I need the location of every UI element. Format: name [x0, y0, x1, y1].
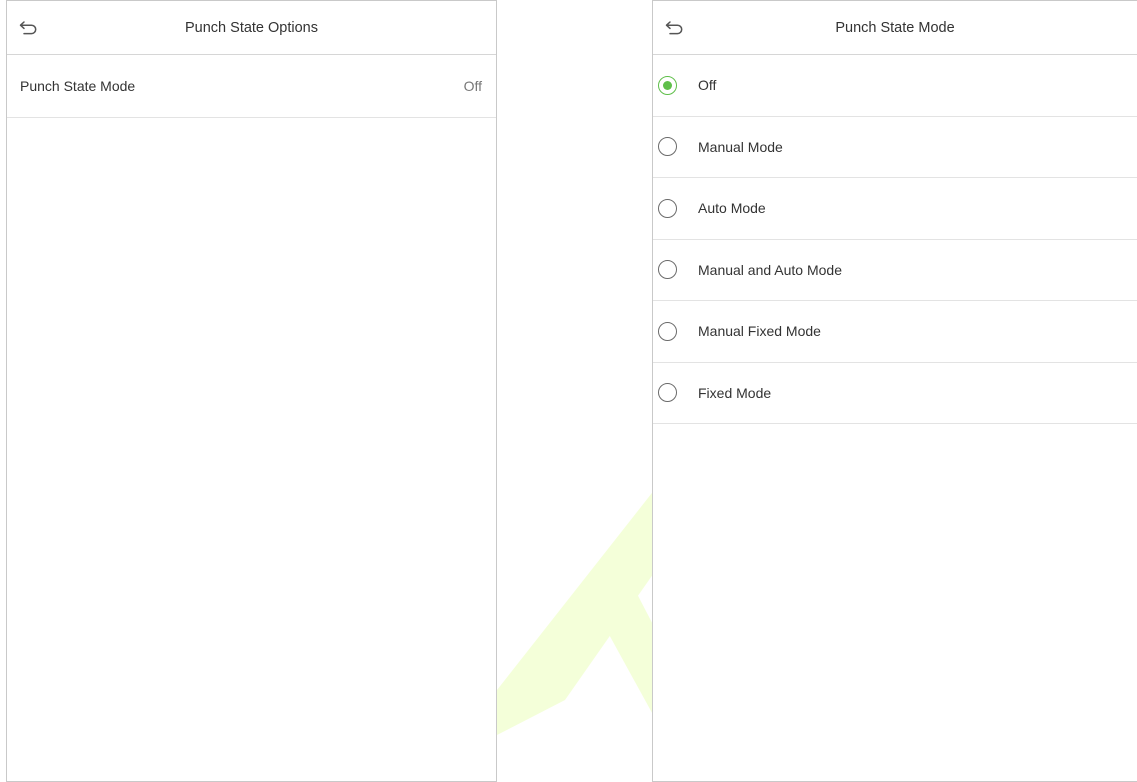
radio-unchecked-icon[interactable] — [658, 383, 677, 403]
title-bar: Punch State Options — [7, 1, 496, 55]
option-label: Manual Mode — [698, 138, 783, 155]
setting-label: Punch State Mode — [20, 78, 136, 94]
back-arrow-icon — [665, 21, 683, 35]
back-button[interactable] — [15, 15, 43, 41]
radio-dot — [663, 80, 672, 90]
page-title: Punch State Options — [185, 19, 318, 36]
option-label: Manual and Auto Mode — [698, 261, 842, 278]
option-manual-mode[interactable]: Manual Mode — [653, 117, 1137, 178]
option-label: Auto Mode — [698, 200, 766, 217]
back-arrow-icon — [19, 21, 37, 35]
title-bar: Punch State Mode — [653, 1, 1137, 55]
setting-value: Off — [463, 78, 482, 94]
radio-checked-icon[interactable] — [658, 75, 677, 95]
option-label: Off — [698, 77, 717, 94]
screenshot-stage: Punch State Options Punch State Mode Off… — [0, 0, 1137, 782]
option-manual-fixed-mode[interactable]: Manual Fixed Mode — [653, 301, 1137, 363]
page-title: Punch State Mode — [835, 19, 955, 36]
option-label: Manual Fixed Mode — [698, 323, 821, 340]
radio-unchecked-icon[interactable] — [658, 321, 677, 341]
radio-unchecked-icon[interactable] — [658, 137, 677, 157]
back-button[interactable] — [661, 15, 689, 41]
radio-unchecked-icon[interactable] — [658, 260, 677, 280]
option-label: Fixed Mode — [698, 384, 772, 401]
option-off[interactable]: Off — [653, 55, 1137, 117]
option-auto-mode[interactable]: Auto Mode — [653, 178, 1137, 240]
option-fixed-mode[interactable]: Fixed Mode — [653, 363, 1137, 424]
punch-state-options-screen: Punch State Options Punch State Mode Off — [6, 0, 497, 782]
punch-state-mode-row[interactable]: Punch State Mode Off — [7, 55, 496, 118]
punch-state-mode-screen: Punch State Mode Off Manual Mode Auto Mo… — [652, 0, 1137, 782]
option-manual-and-auto-mode[interactable]: Manual and Auto Mode — [653, 240, 1137, 301]
radio-unchecked-icon[interactable] — [658, 198, 677, 218]
